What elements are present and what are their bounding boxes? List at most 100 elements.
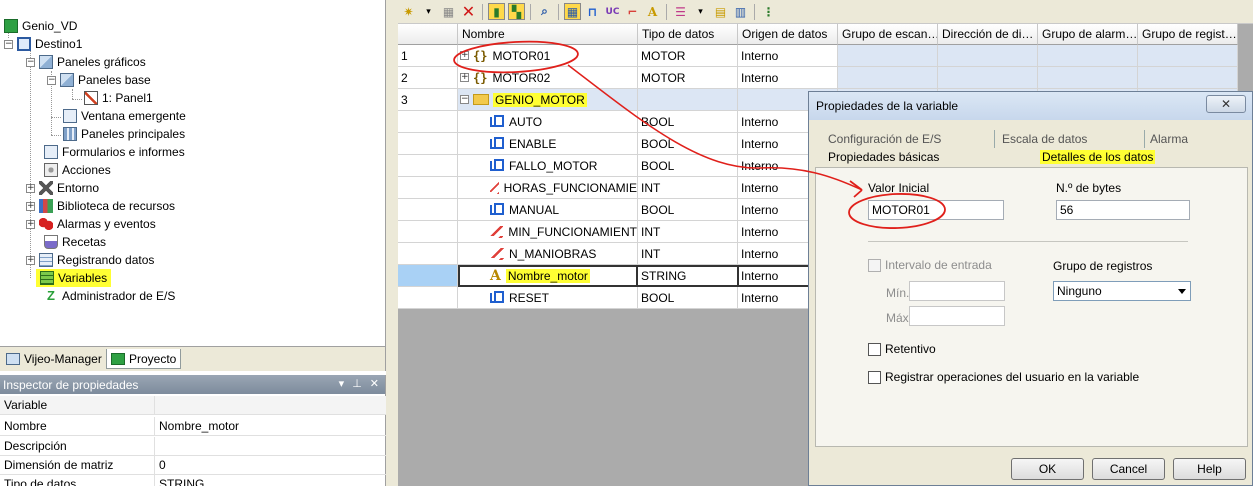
max-input[interactable] [909,306,1005,326]
inspector-value[interactable]: 0 [155,456,166,474]
cell-nombre[interactable]: AUTO [458,111,638,133]
dropdown-icon[interactable]: ▾ [339,377,345,390]
struct-view-icon[interactable]: ▮ [488,3,505,20]
cell-empty[interactable] [1138,45,1238,67]
cell-tipo[interactable]: INT [638,243,738,265]
cell-tipo[interactable]: STRING [638,265,738,287]
collapse-icon[interactable]: − [460,95,469,104]
cell-origen[interactable]: Interno [738,45,838,67]
copy-icon[interactable]: ▦ [440,3,457,20]
tree-item-recetas[interactable]: Recetas [44,233,106,251]
inspector-value[interactable] [155,437,159,455]
pin-icon[interactable]: ⊥ [352,377,362,390]
bool-filter-icon[interactable]: ⊓ [584,3,601,20]
cell-nombre[interactable]: + {} MOTOR02 [458,67,638,89]
cell-tipo[interactable]: BOOL [638,133,738,155]
collapse-icon[interactable]: − [47,75,56,85]
tree-item-panel1[interactable]: 1: Panel1 [84,89,153,107]
inspector-value[interactable]: STRING [155,475,204,486]
tab-proyecto[interactable]: Proyecto [106,349,182,369]
new-variable-icon[interactable]: ✷ [400,3,417,20]
column-header-grupo-regist[interactable]: Grupo de regist… [1138,24,1238,45]
column-header-direccion[interactable]: Dirección de di… [938,24,1038,45]
tree-icon[interactable]: ⋮ [760,3,777,20]
dropdown-icon[interactable]: ▾ [420,3,437,20]
valor-inicial-input[interactable]: MOTOR01 [868,200,1004,220]
search-icon[interactable]: ⌕ [536,3,553,20]
help-button[interactable]: Help [1173,458,1246,480]
row-number[interactable] [398,199,458,221]
num-bytes-input[interactable]: 56 [1056,200,1190,220]
cell-nombre[interactable]: MIN_FUNCIONAMIENT [458,221,638,243]
uc-filter-icon[interactable]: UC [604,3,621,20]
row-number[interactable] [398,265,458,287]
tree-item-paneles-graficos[interactable]: − Paneles gráficos [26,53,146,71]
tree-item-destino1[interactable]: − Destino1 [4,35,82,53]
tab-detalles-datos[interactable]: Detalles de los datos [1037,148,1237,166]
cell-tipo[interactable]: MOTOR [638,67,738,89]
row-number[interactable] [398,155,458,177]
cell-nombre[interactable]: FALLO_MOTOR [458,155,638,177]
grupo-registros-select[interactable]: Ninguno [1053,281,1191,301]
row-number[interactable] [398,287,458,309]
filter-all-icon[interactable]: ▦ [564,3,581,20]
expand-icon[interactable]: + [26,219,35,229]
cell-empty[interactable] [1038,45,1138,67]
min-input[interactable] [909,281,1005,301]
cell-nombre[interactable]: HORAS_FUNCIONAMIE [458,177,638,199]
grid-view-icon[interactable]: ▚ [508,3,525,20]
retentivo-checkbox[interactable]: Retentivo [868,342,936,356]
close-icon[interactable]: ✕ [370,377,379,390]
row-number[interactable]: 1 [398,45,458,67]
cell-tipo[interactable]: INT [638,221,738,243]
expand-icon[interactable]: + [26,255,35,265]
column-header-grupo-escan[interactable]: Grupo de escan… [838,24,938,45]
row-number[interactable] [398,221,458,243]
tree-item-entorno[interactable]: + Entorno [26,179,99,197]
cell-empty[interactable] [1038,67,1138,89]
sort-icon[interactable]: ☰ [672,3,689,20]
tab-configuracion-es[interactable]: Configuración de E/S [825,130,995,148]
cell-tipo[interactable]: BOOL [638,199,738,221]
tree-item-ventana-emergente[interactable]: Ventana emergente [63,107,186,125]
cell-nombre[interactable]: N_MANIOBRAS [458,243,638,265]
intervalo-entrada-checkbox[interactable]: Intervalo de entrada [868,258,992,272]
delete-icon[interactable]: ✕ [460,2,477,21]
dropdown-icon[interactable]: ▾ [692,3,709,20]
cell-tipo[interactable]: INT [638,177,738,199]
tree-item-alarmas[interactable]: + Alarmas y eventos [26,215,156,233]
tree-item-io-manager[interactable]: Z Administrador de E/S [44,287,175,305]
column-header-origen[interactable]: Origen de datos [738,24,838,45]
tab-propiedades-basicas[interactable]: Propiedades básicas [825,148,1035,166]
cell-tipo[interactable]: BOOL [638,287,738,309]
column-header-grupo-alarm[interactable]: Grupo de alarm… [1038,24,1138,45]
inspector-row[interactable]: Dimensión de matriz 0 [0,456,386,475]
row-number[interactable] [398,133,458,155]
tree-root[interactable]: Genio_VD [4,17,77,35]
tree-item-biblioteca[interactable]: + Biblioteca de recursos [26,197,175,215]
ok-button[interactable]: OK [1011,458,1084,480]
cell-empty[interactable] [838,45,938,67]
inspector-row[interactable]: Tipo de datos STRING [0,475,386,486]
columns-icon[interactable]: ▤ [712,3,729,20]
cell-nombre[interactable]: A Nombre_motor [458,265,638,287]
cell-empty[interactable] [938,67,1038,89]
tree-item-paneles-principales[interactable]: Paneles principales [63,125,185,143]
cell-origen[interactable]: Interno [738,67,838,89]
tree-item-registrando[interactable]: + Registrando datos [26,251,154,269]
int-filter-icon[interactable]: ⌐ [624,3,641,20]
tree-item-acciones[interactable]: Acciones [44,161,111,179]
cell-tipo[interactable] [638,89,738,111]
row-number[interactable] [398,111,458,133]
column-header-tipo[interactable]: Tipo de datos [638,24,738,45]
cell-nombre[interactable]: − GENIO_MOTOR [458,89,638,111]
cell-empty[interactable] [938,45,1038,67]
close-button[interactable]: ✕ [1206,95,1246,113]
cancel-button[interactable]: Cancel [1092,458,1165,480]
row-number[interactable] [398,243,458,265]
tab-vijeo-manager[interactable]: Vijeo-Manager [2,349,106,369]
inspector-row[interactable]: Descripción [0,437,386,456]
cell-empty[interactable] [1138,67,1238,89]
tab-escala-datos[interactable]: Escala de datos [999,130,1145,148]
expand-icon[interactable]: + [460,51,469,60]
